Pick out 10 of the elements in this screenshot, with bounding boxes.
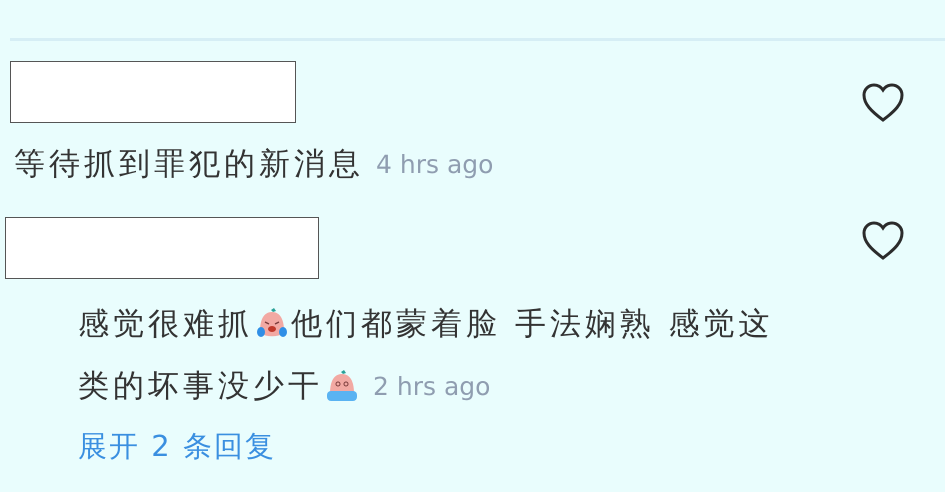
replies-link[interactable]: 展开 2 条回复 — [78, 427, 774, 467]
comment-text: 类的坏事没少干 — [78, 367, 323, 406]
heart-icon[interactable] — [861, 221, 905, 261]
crying-emoji-icon — [325, 369, 359, 403]
comment-text: 等待抓到罪犯的新消息 — [14, 145, 364, 184]
heart-icon[interactable] — [861, 83, 905, 123]
timestamp: 2 hrs ago — [373, 372, 490, 400]
comment-text: 他们都蒙着脸 手法娴熟 感觉这 — [291, 305, 774, 344]
comment-text: 感觉很难抓 — [78, 305, 253, 344]
timestamp: 4 hrs ago — [376, 150, 494, 178]
